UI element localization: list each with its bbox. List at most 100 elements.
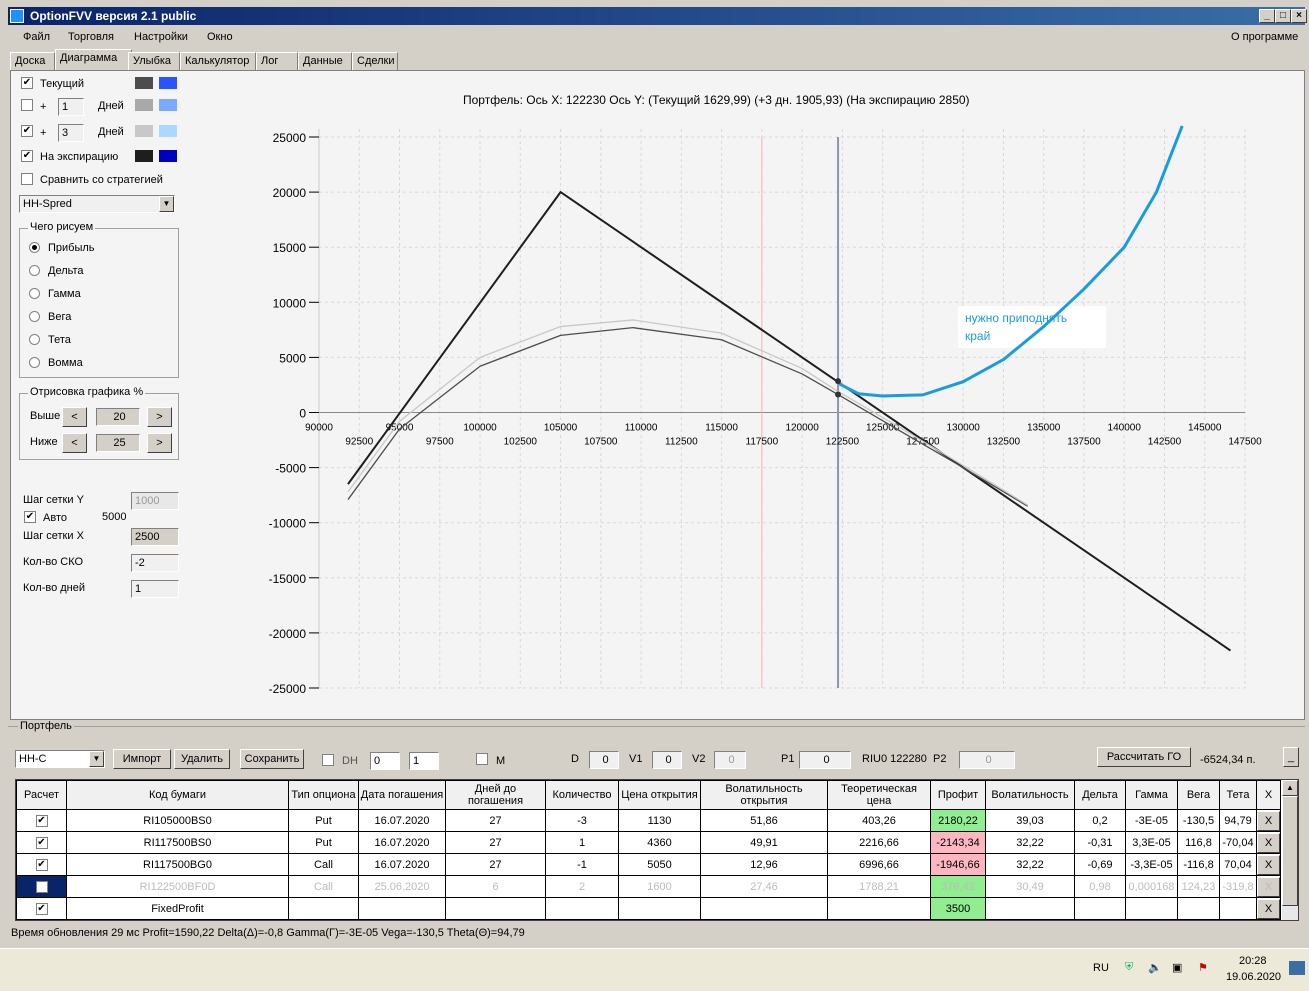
x-tick-label: 100000 xyxy=(463,423,497,434)
calc-cell[interactable]: ✔ xyxy=(16,853,67,876)
column-header[interactable]: Дней до погашения xyxy=(445,780,546,810)
cell: -1 xyxy=(545,853,619,876)
y-tick-label: -15000 xyxy=(269,572,307,586)
chevron-down-icon[interactable]: ▼ xyxy=(89,751,104,767)
cell xyxy=(618,897,701,920)
delete-button[interactable]: Удалить xyxy=(174,749,230,769)
table-scrollbar[interactable]: ▲ xyxy=(1282,780,1298,920)
cell: 2180,22 xyxy=(930,809,986,832)
v2-field[interactable]: 0 xyxy=(714,751,746,769)
v1-field[interactable]: 0 xyxy=(652,751,682,769)
taskbar: RU ⛨ 🔈 ▣ ⚑ 20:28 19.06.2020 xyxy=(0,948,1309,991)
clock-time[interactable]: 20:28 xyxy=(1239,955,1267,967)
volume-icon[interactable]: 🔈 xyxy=(1148,961,1162,974)
x-tick-label: 102500 xyxy=(504,437,538,448)
column-header[interactable]: Тип опциона xyxy=(288,780,359,810)
security-icon[interactable]: ⛨ xyxy=(1125,961,1133,974)
calc-checkbox[interactable]: ✔ xyxy=(35,902,48,915)
calc-checkbox[interactable]: ✔ xyxy=(35,814,48,827)
cell: Put xyxy=(288,831,359,854)
table-row[interactable]: ✔ RI105000BS0 Put 16.07.2020 27 -3 1130 51,86 40… xyxy=(16,809,1281,832)
delete-row-button[interactable]: X xyxy=(1257,810,1280,831)
x-tick-label: 147500 xyxy=(1228,437,1262,448)
portfolio-table-wrap: Расчет Код бумаги Тип опциона Дата погашени… xyxy=(15,779,1299,921)
table-row[interactable]: ✔ RI117500BS0 Put 16.07.2020 27 1 4360 49,91 221… xyxy=(16,831,1281,854)
cell: -0,69 xyxy=(1074,853,1126,876)
dh-checkbox[interactable] xyxy=(322,754,334,766)
column-header[interactable]: Гамма xyxy=(1125,780,1178,810)
network-icon[interactable]: ▣ xyxy=(1172,961,1182,974)
x-tick-label: 122500 xyxy=(826,437,860,448)
calc-cell[interactable]: ✔ xyxy=(16,831,67,854)
x-tick-label: 97500 xyxy=(426,437,454,448)
go-value: -6524,34 п. xyxy=(1200,754,1256,766)
cell: 16.07.2020 xyxy=(358,809,446,832)
x-tick-label: 112500 xyxy=(665,437,698,448)
cell xyxy=(358,897,446,920)
table-row[interactable]: ✔ RI117500BG0 Call 16.07.2020 27 -1 5050 12,96 6… xyxy=(16,853,1281,876)
clock-date[interactable]: 19.06.2020 xyxy=(1226,971,1281,983)
calc-cell[interactable]: ✔ xyxy=(16,809,67,832)
cell: 27 xyxy=(445,809,546,832)
column-header[interactable]: Вега xyxy=(1177,780,1220,810)
calc-go-button[interactable]: Рассчитать ГО xyxy=(1097,747,1191,767)
column-header[interactable]: Расчет xyxy=(16,780,67,810)
y-tick-label: 15000 xyxy=(273,241,307,255)
spin-1[interactable]: 0 xyxy=(370,752,400,770)
delete-row-button[interactable]: X xyxy=(1257,832,1280,853)
save-button[interactable]: Сохранить xyxy=(240,749,304,769)
delete-row-cell: X xyxy=(1256,831,1281,854)
portfolio-select[interactable]: НН-С ▼ xyxy=(15,750,105,768)
delete-row-button[interactable]: X xyxy=(1257,854,1280,875)
cell: 16.07.2020 xyxy=(358,831,446,854)
column-header[interactable]: Дата погашения xyxy=(358,780,446,810)
cell: 124,23 xyxy=(1177,875,1220,898)
column-header[interactable]: Теоретическая цена xyxy=(827,780,931,810)
calc-cell[interactable] xyxy=(16,875,67,898)
column-header[interactable]: Дельта xyxy=(1074,780,1126,810)
x-tick-label: 105000 xyxy=(544,423,578,434)
calc-checkbox[interactable]: ✔ xyxy=(35,858,48,871)
cell: -3E-05 xyxy=(1125,809,1178,832)
calc-checkbox[interactable]: ✔ xyxy=(35,836,48,849)
x-tick-label: 120000 xyxy=(785,423,819,434)
p2-field[interactable]: 0 xyxy=(959,751,1015,769)
cell xyxy=(445,897,546,920)
column-header[interactable]: Профит xyxy=(930,780,986,810)
language-indicator[interactable]: RU xyxy=(1093,962,1109,974)
spin-1-value: 0 xyxy=(374,755,381,767)
column-header[interactable]: X xyxy=(1256,780,1281,810)
column-header[interactable]: Цена открытия xyxy=(618,780,701,810)
m-label: M xyxy=(496,755,506,767)
payoff-chart[interactable]: 25000 20000 15000 10000 5000 0 -5000 -10000 -150… xyxy=(0,0,1309,720)
cell: 39,03 xyxy=(985,809,1075,832)
calc-cell[interactable]: ✔ xyxy=(16,897,67,920)
delete-row-button[interactable]: X xyxy=(1257,898,1280,919)
table-row[interactable]: RI122500BF0D Call 25.06.2020 6 2 1600 27,46 178… xyxy=(16,875,1281,898)
cell xyxy=(1219,897,1257,920)
p1-field[interactable]: 0 xyxy=(799,751,851,769)
m-checkbox[interactable] xyxy=(476,753,488,765)
d-field[interactable]: 0 xyxy=(589,751,619,769)
delete-row-button[interactable]: X xyxy=(1257,876,1280,897)
column-header[interactable]: Волатильность xyxy=(985,780,1075,810)
spin-2[interactable]: 1 xyxy=(409,752,439,770)
action-center-icon[interactable]: ⚑ xyxy=(1198,961,1208,974)
collapse-button[interactable]: _ xyxy=(1283,747,1299,767)
column-header[interactable]: Тета xyxy=(1219,780,1257,810)
scroll-up-icon[interactable]: ▲ xyxy=(1282,780,1298,796)
column-header[interactable]: Волатильность открытия xyxy=(700,780,828,810)
x-tick-label: 115000 xyxy=(705,423,738,434)
calc-checkbox[interactable] xyxy=(35,880,48,893)
y-tick-label: 20000 xyxy=(273,186,307,200)
column-header[interactable]: Количество xyxy=(545,780,619,810)
y-tick-label: 0 xyxy=(299,407,306,421)
x-tick-label: 117500 xyxy=(746,437,779,448)
table-row[interactable]: ✔ FixedProfit 3500 X xyxy=(16,897,1281,920)
show-desktop-icon[interactable] xyxy=(1289,961,1305,975)
x-tick-label: 142500 xyxy=(1148,437,1182,448)
scroll-thumb[interactable] xyxy=(1282,796,1298,906)
column-header[interactable]: Код бумаги xyxy=(66,780,289,810)
import-button[interactable]: Импорт xyxy=(113,749,171,769)
x-tick-label: 137500 xyxy=(1067,437,1101,448)
